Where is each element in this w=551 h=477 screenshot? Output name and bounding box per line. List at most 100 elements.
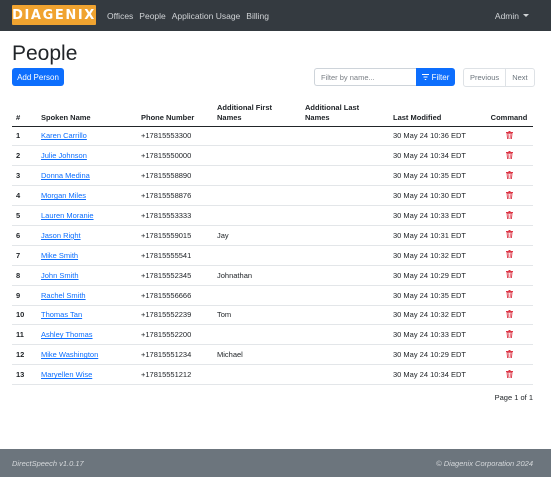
page-title: People (12, 42, 78, 65)
last-modified: 30 May 24 10:35 EDT (389, 165, 485, 187)
filter-input[interactable] (314, 68, 416, 86)
page-summary: Page 1 of 1 (494, 393, 533, 402)
phone-number: +17815552239 (137, 305, 213, 326)
footer: DirectSpeech v1.0.17 © Diagenix Corporat… (0, 449, 551, 477)
trash-icon[interactable] (505, 329, 513, 340)
row-number: 13 (12, 364, 37, 386)
row-number: 7 (12, 245, 37, 266)
additional-first-names (213, 245, 301, 266)
additional-last-names (301, 245, 389, 266)
nav-item-application-usage[interactable]: Application Usage (172, 11, 241, 21)
row-number: 4 (12, 185, 37, 207)
trash-icon[interactable] (505, 210, 513, 221)
person-name-link[interactable]: Ashley Thomas (41, 330, 93, 339)
table-row: 11 Ashley Thomas +17815552200 30 May 24 10:… (12, 324, 533, 346)
phone-number: +17815553333 (137, 205, 213, 226)
person-name-link[interactable]: Jason Right (41, 231, 81, 240)
trash-icon[interactable] (505, 190, 513, 201)
last-modified: 30 May 24 10:33 EDT (389, 324, 485, 346)
phone-number: +17815556666 (137, 285, 213, 306)
person-name-link[interactable]: Rachel Smith (41, 291, 86, 300)
additional-first-names (213, 324, 301, 346)
trash-icon[interactable] (505, 309, 513, 320)
pagination-controls: Previous Next (463, 68, 535, 87)
people-table: # Spoken Name Phone Number Additional Fi… (12, 96, 533, 386)
trash-icon[interactable] (505, 270, 513, 280)
last-modified: 30 May 24 10:34 EDT (389, 364, 485, 386)
additional-first-names (213, 145, 301, 167)
header-spoken-name: Spoken Name (37, 96, 137, 127)
person-name-link[interactable]: Mike Washington (41, 350, 98, 359)
table-row: 6 Jason Right +17815559015 Jay 30 May 24 10:… (12, 225, 533, 246)
trash-icon[interactable] (505, 170, 513, 181)
table-header-row: # Spoken Name Phone Number Additional Fi… (12, 96, 533, 127)
table-row: 8 John Smith +17815552345 Johnathan 30 May 2… (12, 265, 533, 286)
person-name-link[interactable]: John Smith (41, 271, 79, 280)
chevron-down-icon (523, 14, 529, 17)
main-nav: Offices People Application Usage Billing (107, 0, 269, 31)
person-name-link[interactable]: Thomas Tan (41, 310, 82, 319)
table-row: 12 Mike Washington +17815551234 Michael 30 M… (12, 344, 533, 366)
trash-icon[interactable] (505, 150, 513, 161)
row-number: 11 (12, 324, 37, 346)
additional-first-names (213, 126, 301, 147)
previous-page-button[interactable]: Previous (464, 69, 505, 86)
next-page-button[interactable]: Next (505, 69, 533, 86)
brand-logo[interactable]: DIAGENIX (12, 5, 96, 25)
additional-last-names (301, 185, 389, 207)
phone-number: +17815552200 (137, 324, 213, 346)
additional-last-names (301, 305, 389, 326)
person-name-link[interactable]: Julie Johnson (41, 151, 87, 160)
nav-item-billing[interactable]: Billing (246, 11, 269, 21)
person-name-link[interactable]: Maryellen Wise (41, 370, 92, 379)
row-number: 12 (12, 344, 37, 366)
last-modified: 30 May 24 10:34 EDT (389, 145, 485, 167)
phone-number: +17815555541 (137, 245, 213, 266)
header-additional-first-names: Additional First Names (213, 96, 301, 127)
nav-item-people[interactable]: People (139, 11, 165, 21)
person-name-link[interactable]: Karen Carrillo (41, 131, 87, 140)
person-name-link[interactable]: Lauren Moranie (41, 211, 94, 220)
last-modified: 30 May 24 10:29 EDT (389, 265, 485, 286)
table-row: 3 Donna Medina +17815558890 30 May 24 10:35… (12, 165, 533, 187)
additional-first-names (213, 185, 301, 207)
nav-item-offices[interactable]: Offices (107, 11, 133, 21)
filter-button-label: Filter (431, 72, 450, 82)
row-number: 8 (12, 265, 37, 286)
trash-icon[interactable] (505, 369, 513, 380)
last-modified: 30 May 24 10:32 EDT (389, 245, 485, 266)
additional-last-names (301, 344, 389, 366)
trash-icon[interactable] (505, 130, 513, 141)
additional-last-names (301, 165, 389, 187)
header-command: Command (485, 96, 533, 127)
header-phone-number: Phone Number (137, 96, 213, 127)
person-name-link[interactable]: Donna Medina (41, 171, 90, 180)
person-name-link[interactable]: Morgan Miles (41, 191, 86, 200)
filter-button[interactable]: Filter (416, 68, 455, 86)
row-number: 3 (12, 165, 37, 187)
table-row: 10 Thomas Tan +17815552239 Tom 30 May 24 10:… (12, 305, 533, 326)
phone-number: +17815553300 (137, 126, 213, 147)
additional-first-names: Michael (213, 344, 301, 366)
trash-icon[interactable] (505, 290, 513, 300)
trash-icon[interactable] (505, 230, 513, 240)
row-number: 2 (12, 145, 37, 167)
additional-first-names: Jay (213, 225, 301, 246)
phone-number: +17815558876 (137, 185, 213, 207)
copyright: © Diagenix Corporation 2024 (436, 459, 533, 468)
last-modified: 30 May 24 10:31 EDT (389, 225, 485, 246)
trash-icon[interactable] (505, 250, 513, 260)
user-menu[interactable]: Admin (495, 0, 529, 31)
header-num: # (12, 96, 37, 127)
additional-last-names (301, 225, 389, 246)
person-name-link[interactable]: Mike Smith (41, 251, 78, 260)
table-row: 9 Rachel Smith +17815556666 30 May 24 10:35… (12, 285, 533, 306)
table-row: 13 Maryellen Wise +17815551212 30 May 24 10… (12, 364, 533, 386)
phone-number: +17815559015 (137, 225, 213, 246)
last-modified: 30 May 24 10:29 EDT (389, 344, 485, 366)
phone-number: +17815552345 (137, 265, 213, 286)
add-person-button[interactable]: Add Person (12, 68, 64, 86)
table-row: 1 Karen Carrillo +17815553300 30 May 24 10:… (12, 126, 533, 147)
additional-first-names: Johnathan (213, 265, 301, 286)
trash-icon[interactable] (505, 349, 513, 360)
